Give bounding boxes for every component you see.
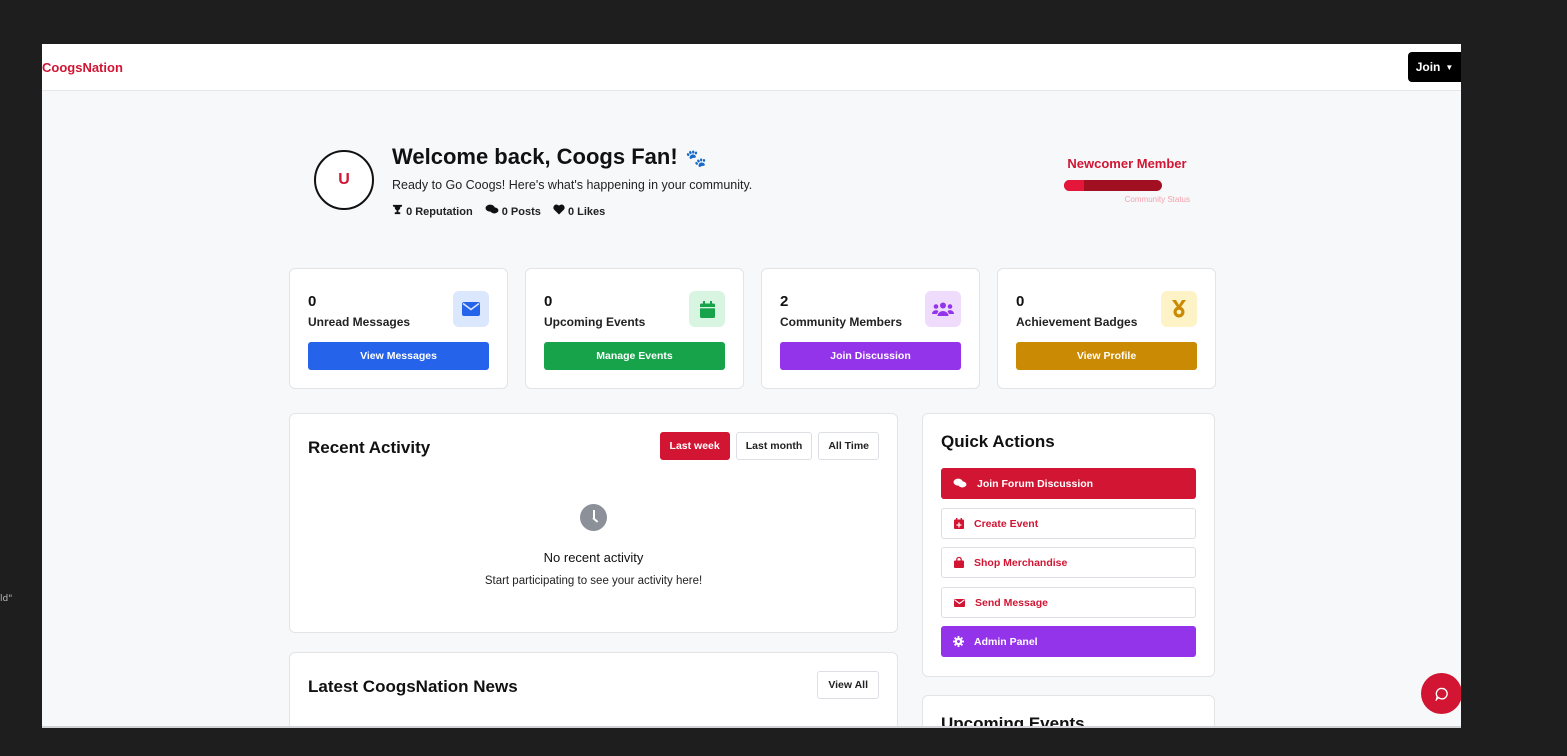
filter-last-month[interactable]: Last month xyxy=(735,432,813,460)
view-all-news-button[interactable]: View All xyxy=(817,671,879,699)
stat-label: Unread Messages xyxy=(308,315,411,329)
card-icon-box xyxy=(453,291,489,327)
news-panel: Latest CoogsNation News View All xyxy=(289,652,898,728)
view-messages-button[interactable]: View Messages xyxy=(308,342,489,370)
welcome-subtitle: Ready to Go Coogs! Here's what's happeni… xyxy=(392,178,753,192)
join-dropdown-button[interactable]: Join ▼ xyxy=(1408,52,1461,82)
create-event-button[interactable]: Create Event xyxy=(941,508,1196,539)
stat-label: Community Members xyxy=(780,315,903,329)
empty-state-title: No recent activity xyxy=(543,550,644,565)
welcome-title: Welcome back, Coogs Fan! 🐾 xyxy=(392,144,707,170)
join-label: Join xyxy=(1415,60,1441,74)
shop-merchandise-button[interactable]: Shop Merchandise xyxy=(941,547,1196,578)
gear-icon xyxy=(953,636,964,647)
app-window: CoogsNation Join ▼ U Welcome back, Coogs… xyxy=(42,44,1461,728)
stat-value: 0 xyxy=(544,293,553,310)
action-label: Join Forum Discussion xyxy=(977,477,1094,490)
background-text-fragment: ld" xyxy=(0,594,13,604)
join-discussion-button[interactable]: Join Discussion xyxy=(780,342,961,370)
medal-icon xyxy=(1172,300,1186,318)
paw-icon: 🐾 xyxy=(685,149,707,168)
user-stats: 0 Reputation 0 Posts 0 Likes xyxy=(392,204,605,218)
stat-value: 0 xyxy=(308,293,317,310)
member-level-label: Newcomer Member xyxy=(1067,156,1187,171)
calendar-plus-icon xyxy=(954,518,964,529)
posts-label: 0 Posts xyxy=(501,206,541,218)
join-forum-button[interactable]: Join Forum Discussion xyxy=(941,468,1196,499)
users-icon xyxy=(932,302,954,316)
stat-cards: 0 Unread Messages View Messages 0 Upcomi… xyxy=(289,268,1216,389)
quick-actions-panel: Quick Actions Join Forum Discussion Crea… xyxy=(922,413,1215,677)
trophy-icon xyxy=(392,204,403,215)
member-progress-fill xyxy=(1064,180,1084,191)
card-icon-box xyxy=(925,291,961,327)
quick-actions-title: Quick Actions xyxy=(941,432,1055,451)
envelope-icon xyxy=(954,598,965,607)
stat-card-members: 2 Community Members Join Discussion xyxy=(761,268,980,389)
likes-label: 0 Likes xyxy=(567,206,606,218)
recent-activity-title: Recent Activity xyxy=(308,438,431,457)
stat-value: 2 xyxy=(780,293,789,310)
action-label: Send Message xyxy=(975,596,1048,609)
stat-value: 0 xyxy=(1016,293,1025,310)
heart-icon xyxy=(553,204,565,215)
window-bottom-edge xyxy=(42,726,1461,728)
stat-card-events: 0 Upcoming Events Manage Events xyxy=(525,268,744,389)
send-message-button[interactable]: Send Message xyxy=(941,587,1196,618)
filter-last-week[interactable]: Last week xyxy=(659,432,730,460)
envelope-icon xyxy=(462,302,480,316)
news-title: Latest CoogsNation News xyxy=(308,677,518,696)
likes-stat: 0 Likes xyxy=(553,204,605,218)
member-status-caption: Community Status xyxy=(1124,195,1190,204)
chat-button[interactable] xyxy=(1421,673,1461,714)
reputation-label: 0 Reputation xyxy=(406,206,473,218)
admin-panel-button[interactable]: Admin Panel xyxy=(941,626,1196,657)
upcoming-events-panel: Upcoming Events xyxy=(922,695,1215,728)
calendar-icon xyxy=(699,300,715,318)
stat-label: Upcoming Events xyxy=(544,315,646,329)
shopping-bag-icon xyxy=(954,557,964,568)
stat-card-badges: 0 Achievement Badges View Profile xyxy=(997,268,1216,389)
activity-filter-group: Last week Last month All Time xyxy=(659,432,879,460)
manage-events-button[interactable]: Manage Events xyxy=(544,342,725,370)
clock-icon xyxy=(580,504,607,531)
recent-activity-panel: Recent Activity Last week Last month All… xyxy=(289,413,898,633)
comments-icon xyxy=(485,204,499,214)
comments-icon xyxy=(953,478,967,488)
view-profile-button[interactable]: View Profile xyxy=(1016,342,1197,370)
stat-card-messages: 0 Unread Messages View Messages xyxy=(289,268,508,389)
member-progress-bar xyxy=(1064,180,1162,191)
empty-state-subtitle: Start participating to see your activity… xyxy=(484,575,703,587)
navbar: CoogsNation Join ▼ xyxy=(42,44,1461,91)
chat-bubble-icon xyxy=(1434,687,1448,701)
posts-stat: 0 Posts xyxy=(485,204,541,218)
action-label: Shop Merchandise xyxy=(974,556,1068,569)
filter-all-time[interactable]: All Time xyxy=(818,432,879,460)
caret-down-icon: ▼ xyxy=(1445,62,1454,72)
card-icon-box xyxy=(689,291,725,327)
card-icon-box xyxy=(1161,291,1197,327)
membership-status: Newcomer Member Community Status xyxy=(1064,156,1190,204)
reputation-stat: 0 Reputation xyxy=(392,204,473,218)
welcome-title-text: Welcome back, Coogs Fan! xyxy=(392,144,678,169)
avatar[interactable]: U xyxy=(314,150,374,210)
brand-logo[interactable]: CoogsNation xyxy=(42,60,123,75)
stat-label: Achievement Badges xyxy=(1016,315,1138,329)
action-label: Admin Panel xyxy=(974,635,1038,648)
action-label: Create Event xyxy=(974,517,1039,530)
